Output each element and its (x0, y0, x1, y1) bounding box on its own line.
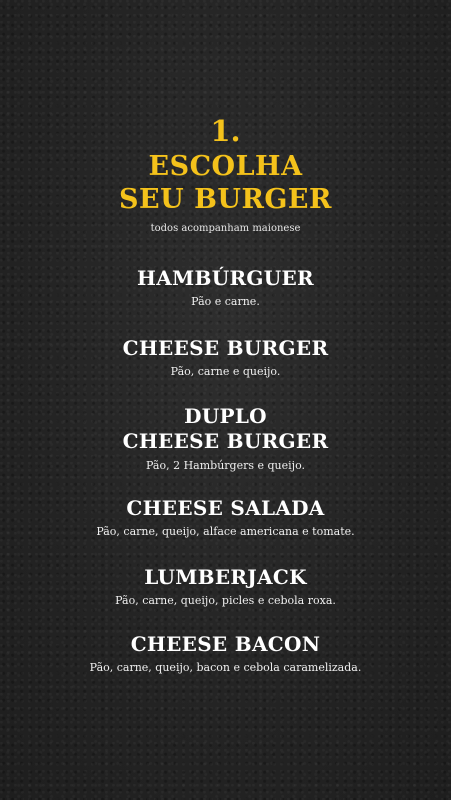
menu-item-lumberjack: LUMBERJACK Pão, carne, queijo, picles e … (0, 565, 451, 608)
menu-item-name: DUPLO CHEESE BURGER (0, 404, 451, 454)
menu-item-name: CHEESE SALADA (126, 496, 325, 520)
menu-item-description: Pão, carne e queijo. (170, 365, 281, 378)
menu-item-duplo-cheese-burger: DUPLO CHEESE BURGER Pão, 2 Hambúrgers e … (0, 404, 451, 473)
menu-item-cheese-salada: CHEESE SALADA Pão, carne, queijo, alface… (0, 496, 451, 539)
menu-item-cheese-burger: CHEESE BURGER Pão, carne e queijo. (0, 336, 451, 379)
menu-item-description: Pão e carne. (191, 295, 260, 308)
section-subtitle: todos acompanham maionese (150, 223, 301, 234)
menu-item-name: CHEESE BACON (130, 632, 321, 656)
menu-item-description: Pão, carne, queijo, bacon e cebola caram… (89, 661, 362, 674)
section-title-line-2: SEU BURGER (119, 184, 332, 215)
menu-item-name: LUMBERJACK (144, 565, 307, 589)
menu-item-description: Pão, 2 Hambúrgers e queijo. (146, 459, 305, 472)
step-number: 1. (210, 114, 241, 148)
burger-menu: 1. ESCOLHA SEU BURGER todos acompanham m… (0, 0, 451, 800)
menu-item-description: Pão, carne, queijo, picles e cebola roxa… (115, 594, 336, 607)
menu-item-description: Pão, carne, queijo, alface americana e t… (96, 525, 355, 538)
menu-item-name-line-2: CHEESE BURGER (122, 429, 329, 453)
section-title: ESCOLHA SEU BURGER (0, 150, 451, 216)
menu-item-hamburguer: HAMBÚRGUER Pão e carne. (0, 266, 451, 309)
section-title-line-1: ESCOLHA (148, 151, 303, 182)
menu-item-cheese-bacon: CHEESE BACON Pão, carne, queijo, bacon e… (0, 632, 451, 675)
menu-item-name-line-1: DUPLO (184, 404, 267, 428)
menu-item-name: CHEESE BURGER (122, 336, 329, 360)
menu-item-name: HAMBÚRGUER (137, 266, 314, 290)
